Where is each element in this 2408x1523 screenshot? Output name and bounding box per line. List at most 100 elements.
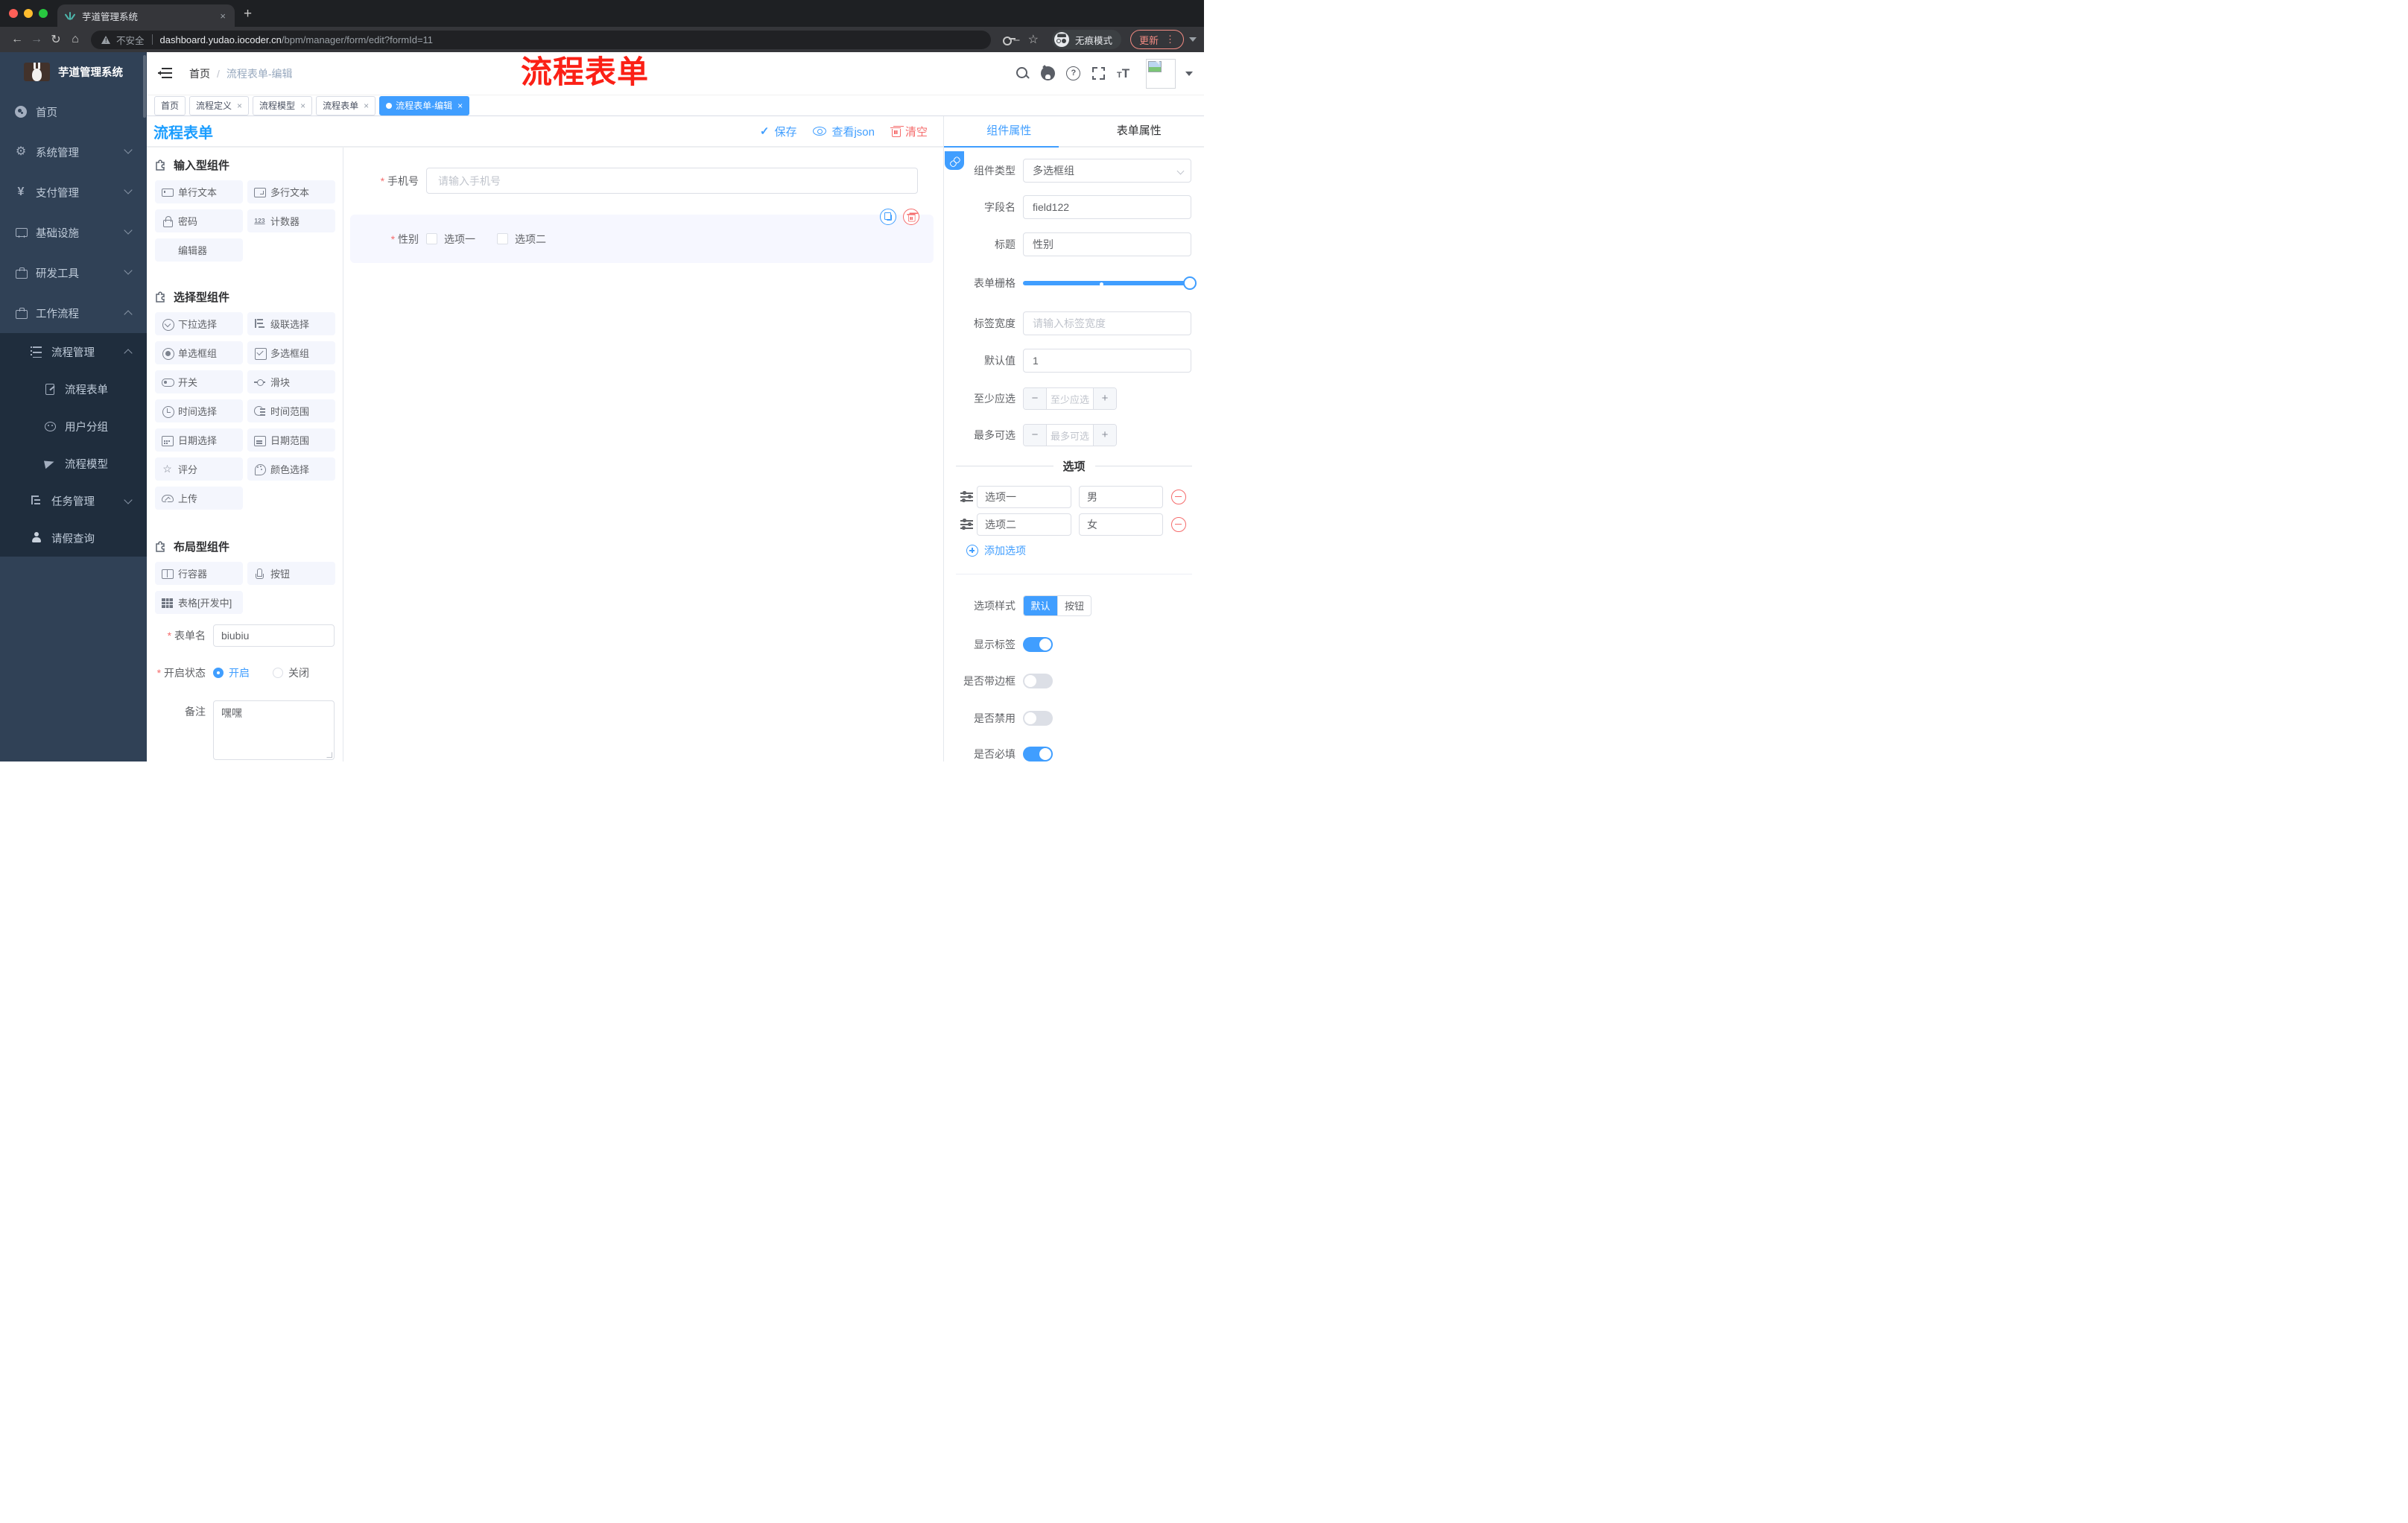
with-border-toggle[interactable] [1023,674,1053,688]
component-type-select[interactable]: 多选框组 [1023,159,1191,183]
palette-item-password[interactable]: 密码 [155,209,243,232]
browser-tab[interactable]: 芋道管理系统 × [57,4,235,27]
palette-item-counter[interactable]: 123 计数器 [247,209,335,232]
toolbar-caret-icon[interactable] [1189,37,1197,42]
palette-item-select[interactable]: 下拉选择 [155,312,243,335]
add-option-button[interactable]: 添加选项 [966,543,1026,558]
minus-button[interactable]: − [1024,425,1046,446]
palette-item-editor[interactable]: 编辑器 [155,238,243,262]
close-icon[interactable]: × [300,101,305,111]
close-icon[interactable]: × [237,101,242,111]
sidebar-item-task-mgmt[interactable]: 任务管理 [0,482,147,519]
sidebar-item-infra[interactable]: 基础设施 [0,212,147,253]
sidebar-item-payment[interactable]: ¥ 支付管理 [0,172,147,212]
slider-handle[interactable] [1183,276,1197,290]
palette-item-button[interactable]: 按钮 [247,562,335,585]
sidebar-item-user-group[interactable]: 用户分组 [0,408,147,445]
disabled-toggle[interactable] [1023,711,1053,726]
option2-label-input[interactable]: 选项二 [977,513,1071,536]
address-bar[interactable]: ! 不安全 dashboard.yudao.iocoder.cn /bpm/ma… [91,30,991,49]
drag-handle-icon[interactable] [960,519,973,530]
browser-menu-dots-icon[interactable]: ⋮ [1165,34,1175,44]
update-button[interactable]: 更新 ⋮ [1129,30,1184,49]
palette-item-row-container[interactable]: 行容器 [155,562,243,585]
remove-option-icon[interactable] [1171,517,1186,532]
forward-icon[interactable]: → [27,33,46,46]
checkbox-icon[interactable] [497,233,508,244]
palette-item-switch[interactable]: 开关 [155,370,243,393]
grid-slider[interactable] [1023,276,1197,291]
radio-on-icon[interactable] [213,668,224,678]
label-width-input[interactable]: 请输入标签宽度 [1023,311,1191,335]
sidebar-scrollbar[interactable] [143,55,146,118]
help-icon[interactable] [1066,66,1080,80]
tag-process-model[interactable]: 流程模型 × [253,95,313,115]
palette-item-time[interactable]: 时间选择 [155,399,243,422]
clear-button[interactable]: 清空 [890,124,928,139]
default-value-input[interactable]: 1 [1023,349,1191,373]
view-json-button[interactable]: 查看json [813,124,875,139]
breadcrumb-home[interactable]: 首页 [189,66,210,81]
palette-item-multi-text[interactable]: 多行文本 [247,180,335,203]
checkbox-icon[interactable] [426,233,437,244]
fullscreen-icon[interactable] [1091,66,1106,80]
close-icon[interactable]: × [364,101,369,111]
sidebar-item-process-mgmt[interactable]: 流程管理 [0,333,147,370]
sidebar-item-system[interactable]: ⚙ 系统管理 [0,132,147,172]
max-select-input[interactable]: 最多可选 [1046,425,1094,446]
collapse-sidebar-icon[interactable] [158,68,172,79]
remove-option-icon[interactable] [1171,490,1186,504]
sidebar-item-devtools[interactable]: 研发工具 [0,253,147,293]
palette-item-cascader[interactable]: 级联选择 [247,312,335,335]
sidebar-item-process-form[interactable]: 流程表单 [0,370,147,408]
tag-home[interactable]: 首页 [154,95,186,115]
palette-item-date-range[interactable]: 日期范围 [247,428,335,452]
form-canvas[interactable]: 手机号 请输入手机号 性别 选项一 选项二 [343,148,943,762]
save-button[interactable]: ✓ 保存 [760,124,797,139]
sidebar-item-leave-query[interactable]: 请假查询 [0,519,147,557]
drag-handle-icon[interactable] [960,491,973,502]
tab-close-icon[interactable]: × [218,10,227,22]
canvas-field-phone[interactable]: 手机号 请输入手机号 [352,168,943,194]
sidebar-item-home[interactable]: 首页 [0,92,147,132]
minus-button[interactable]: − [1024,388,1046,409]
palette-item-color[interactable]: 颜色选择 [247,457,335,481]
reload-icon[interactable]: ↻ [46,32,66,47]
home-icon[interactable]: ⌂ [66,33,85,46]
style-button-button[interactable]: 按钮 [1057,596,1091,615]
new-tab-button[interactable]: + [244,6,252,22]
phone-input[interactable]: 请输入手机号 [426,168,918,194]
required-toggle[interactable] [1023,747,1053,762]
close-window-button[interactable] [9,9,18,18]
window-controls[interactable] [9,9,48,18]
style-default-button[interactable]: 默认 [1024,596,1057,615]
palette-item-upload[interactable]: 上传 [155,487,243,510]
form-name-input[interactable]: biubiu [213,624,335,647]
form-remark-textarea[interactable]: 嘿嘿 [213,700,335,760]
password-key-icon[interactable] [1002,35,1016,45]
palette-item-table[interactable]: 表格[开发中] [155,591,243,614]
github-icon[interactable] [1041,66,1055,80]
sidebar-item-workflow[interactable]: 工作流程 [0,293,147,333]
title-input[interactable]: 性别 [1023,232,1191,256]
field-name-input[interactable]: field122 [1023,195,1191,219]
gender-option2-label[interactable]: 选项二 [515,232,546,247]
option2-value-input[interactable]: 女 [1079,513,1163,536]
tag-process-definition[interactable]: 流程定义 × [189,95,250,115]
tab-component-props[interactable]: 组件属性 [944,116,1074,146]
back-icon[interactable]: ← [7,33,27,46]
option1-value-input[interactable]: 男 [1079,486,1163,508]
palette-item-checkbox-group[interactable]: 多选框组 [247,341,335,364]
delete-field-button[interactable] [903,209,919,225]
sidebar-item-process-model[interactable]: 流程模型 [0,445,147,482]
bookmark-star-icon[interactable]: ☆ [1028,32,1039,47]
duplicate-field-button[interactable] [880,209,896,225]
option1-label-input[interactable]: 选项一 [977,486,1071,508]
gender-option1-label[interactable]: 选项一 [444,232,475,247]
minimize-window-button[interactable] [24,9,33,18]
status-on-label[interactable]: 开启 [229,665,250,680]
avatar-caret-icon[interactable] [1185,71,1193,76]
canvas-field-gender-selected[interactable]: 性别 选项一 选项二 [350,209,934,263]
palette-item-slider[interactable]: 滑块 [247,370,335,393]
search-icon[interactable] [1016,66,1030,80]
